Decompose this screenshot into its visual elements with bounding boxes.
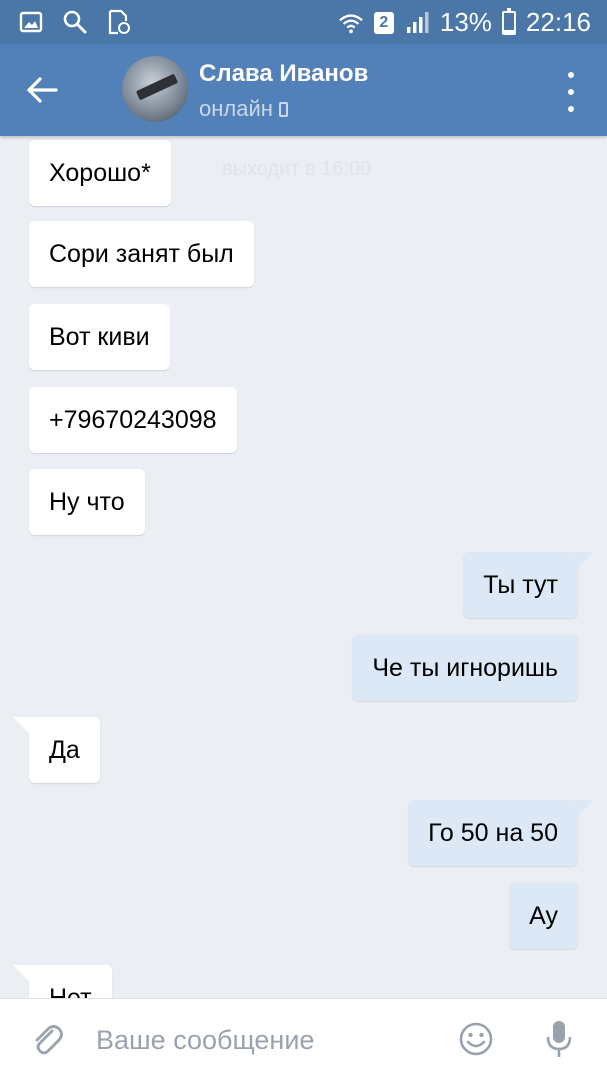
message-bubble-incoming[interactable]: Хорошо* — [29, 140, 171, 206]
contact-name[interactable]: Слава Иванов — [199, 60, 368, 88]
avatar[interactable] — [122, 56, 188, 122]
message-bubble-incoming[interactable]: Ну что — [29, 469, 145, 535]
message-bubble-outgoing[interactable]: Го 50 на 50 — [408, 800, 594, 866]
message-bubble-outgoing[interactable]: Че ты игноришь — [352, 635, 578, 701]
dot — [568, 106, 574, 112]
message-bubble-incoming[interactable]: Вот киви — [29, 304, 170, 370]
file-sync-icon — [106, 9, 132, 35]
faded-text: выходит в 16:00 — [222, 158, 372, 180]
battery-fill — [503, 29, 514, 33]
message-text: Хорошо* — [49, 158, 151, 187]
message-text: +79670243098 — [49, 405, 217, 434]
chat-header: Слава Иванов онлайн — [0, 44, 607, 136]
more-options-button[interactable] — [561, 72, 581, 112]
message-text: Сори занят был — [49, 239, 234, 268]
message-text: Че ты игноришь — [372, 653, 558, 682]
message-bubble-incoming[interactable]: Сори занят был — [29, 221, 254, 287]
clock: 22:16 — [525, 7, 591, 37]
emoji-icon[interactable] — [458, 1021, 494, 1057]
search-icon — [62, 9, 88, 35]
dot — [568, 72, 574, 78]
wifi-icon — [338, 10, 364, 36]
dot — [568, 89, 574, 95]
message-text: Ау — [529, 901, 558, 930]
status-bar: 2 13% 22:16 — [0, 0, 607, 44]
online-status-text: онлайн — [199, 96, 273, 121]
message-text: Го 50 на 50 — [428, 818, 558, 847]
message-text: Да — [49, 735, 80, 764]
message-bubble-outgoing[interactable]: Ау — [509, 883, 578, 949]
mobile-phone-icon — [278, 101, 288, 117]
sim-slot-badge: 2 — [373, 11, 394, 34]
battery-percent: 13% — [439, 7, 492, 37]
paperclip-icon[interactable] — [30, 1023, 64, 1057]
message-text: Нет — [49, 983, 92, 999]
gallery-icon — [18, 9, 44, 35]
message-composer — [0, 998, 607, 1081]
contact-status: онлайн — [199, 96, 288, 122]
message-bubble-incoming[interactable]: Да — [13, 717, 100, 783]
battery-icon — [501, 7, 516, 35]
message-text: Ну что — [49, 487, 125, 516]
message-bubble-incoming[interactable]: +79670243098 — [29, 387, 237, 453]
microphone-icon[interactable] — [545, 1019, 573, 1059]
message-bubble-outgoing[interactable]: Ты тут — [463, 552, 594, 618]
message-input[interactable] — [96, 1019, 436, 1061]
message-text: Ты тут — [483, 570, 558, 599]
message-list[interactable]: выходит в 16:00 Хорошо* Сори занят был В… — [0, 136, 607, 998]
message-text: Вот киви — [49, 322, 150, 351]
signal-icon — [404, 10, 430, 36]
arrow-left-icon — [27, 77, 58, 103]
back-button[interactable] — [22, 68, 62, 112]
message-bubble-incoming[interactable]: Нет — [13, 965, 112, 999]
